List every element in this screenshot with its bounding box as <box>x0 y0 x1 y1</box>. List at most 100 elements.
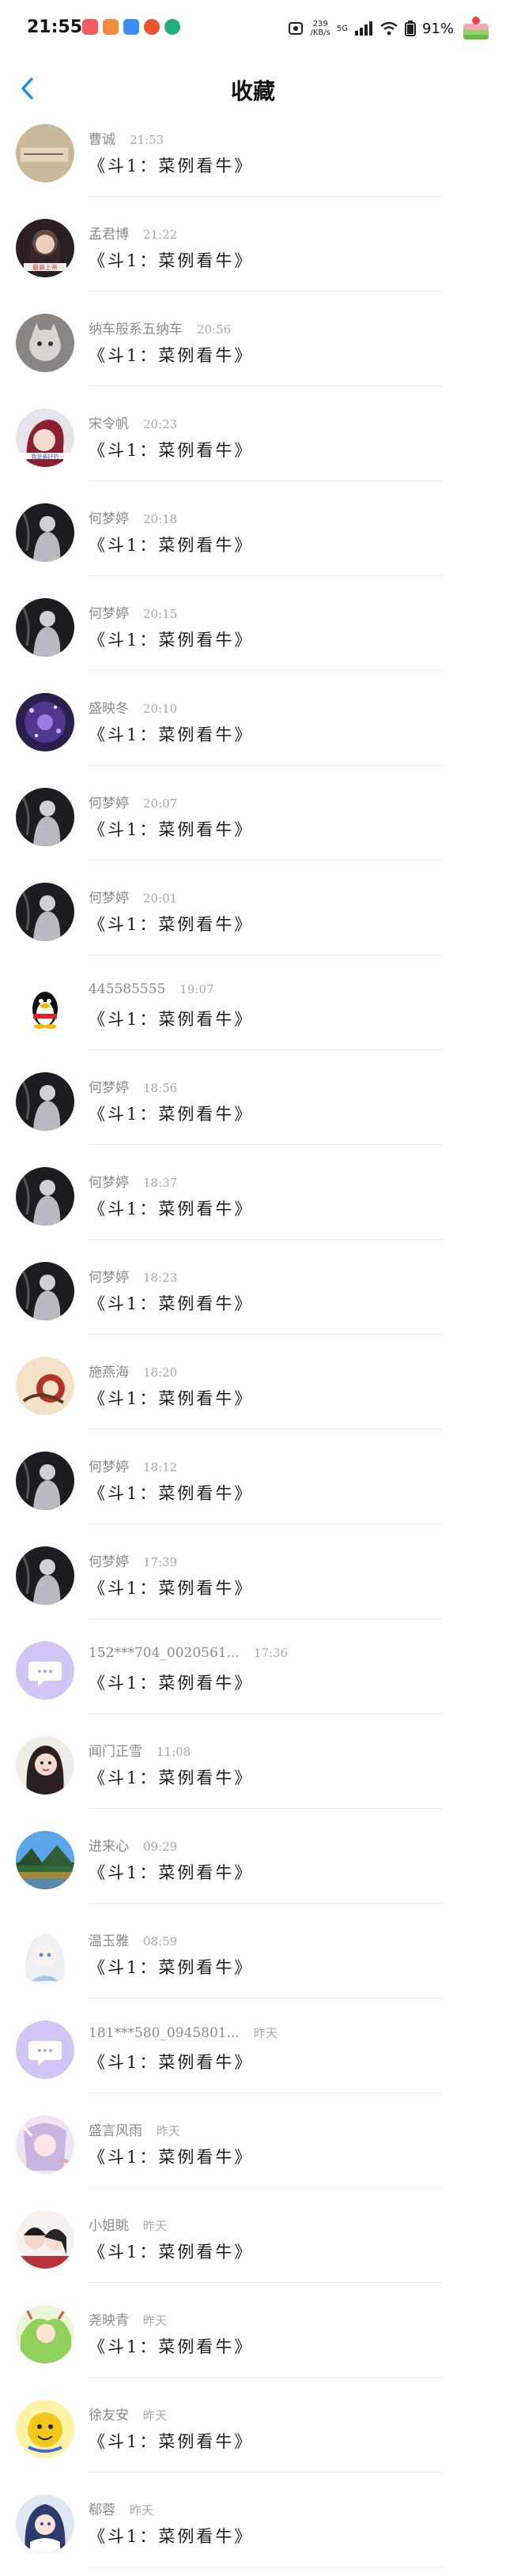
list-item[interactable]: 盛映冬 20:10 《斗1：菜例看牛》 <box>0 686 506 781</box>
list-item[interactable]: 181***580_0945801... 昨天 《斗1：菜例看牛》 <box>0 2013 506 2108</box>
avatar[interactable]: 我是最好的 <box>16 409 74 467</box>
list-item[interactable]: 何梦婷 20:07 《斗1：菜例看牛》 <box>0 781 506 876</box>
list-item[interactable]: 何梦婷 17:39 《斗1：菜例看牛》 <box>0 1539 506 1634</box>
avatar-image <box>16 1926 74 1984</box>
avatar[interactable] <box>16 1546 74 1605</box>
list-item[interactable]: 何梦婷 18:37 《斗1：菜例看牛》 <box>0 1160 506 1255</box>
item-message: 《斗1：菜例看牛》 <box>89 725 254 744</box>
item-header: 何梦婷 20:01 <box>89 887 177 906</box>
avatar[interactable] <box>16 2021 74 2079</box>
item-name: 闻门正雪 <box>89 1744 142 1760</box>
item-message: 《斗1：菜例看牛》 <box>89 1958 254 1977</box>
item-name: 进来心 <box>89 1839 129 1855</box>
item-time: 20:07 <box>143 797 178 811</box>
divider <box>89 480 443 481</box>
list-item[interactable]: 何梦婷 18:12 《斗1：菜例看牛》 <box>0 1444 506 1539</box>
avatar[interactable] <box>16 2115 74 2174</box>
net-speed-unit: /KB/s <box>310 28 330 37</box>
avatar[interactable] <box>16 883 74 941</box>
avatar[interactable] <box>16 788 74 846</box>
avatar[interactable] <box>16 977 74 1036</box>
item-header: 进来心 09:29 <box>89 1835 177 1855</box>
list-item[interactable]: 何梦婷 20:01 《斗1：菜例看牛》 <box>0 876 506 970</box>
avatar[interactable] <box>16 1167 74 1226</box>
item-name: 445585555 <box>89 981 166 997</box>
list-item[interactable]: 闻门正雪 11:08 《斗1：菜例看牛》 <box>0 1729 506 1824</box>
item-name: 何梦婷 <box>89 891 129 906</box>
avatar[interactable] <box>16 1357 74 1415</box>
list-item[interactable]: 最高上帝 孟君博 21:22 《斗1：菜例看牛》 <box>0 212 506 307</box>
list-item[interactable]: 我是最好的 宋令帆 20:23 《斗1：菜例看牛》 <box>0 401 506 496</box>
avatar[interactable] <box>16 1641 74 1700</box>
item-name: 何梦婷 <box>89 606 129 622</box>
avatar[interactable] <box>16 2210 74 2269</box>
divider <box>89 2092 443 2093</box>
avatar[interactable] <box>16 598 74 657</box>
list-item[interactable]: 温玉雅 08:59 《斗1：菜例看牛》 <box>0 1919 506 2013</box>
item-name: 盛映冬 <box>89 701 129 717</box>
item-message: 《斗1：菜例看牛》 <box>89 2432 254 2451</box>
list-item[interactable]: 何梦婷 20:15 《斗1：菜例看牛》 <box>0 591 506 686</box>
avatar[interactable] <box>16 1452 74 1510</box>
divider <box>89 670 443 671</box>
avatar-image <box>16 2021 74 2079</box>
avatar-image: 最高上帝 <box>16 219 74 277</box>
item-message: 《斗1：菜例看牛》 <box>89 251 254 270</box>
item-header: 闻门正雪 11:08 <box>89 1740 191 1760</box>
list-item[interactable]: 纳车般系五纳车 20:56 《斗1：菜例看牛》 <box>0 307 506 401</box>
list-item[interactable]: 进来心 09:29 《斗1：菜例看牛》 <box>0 1824 506 1919</box>
svg-text:最高上帝: 最高上帝 <box>32 263 58 271</box>
item-time: 09:29 <box>143 1840 178 1854</box>
list-item[interactable]: 何梦婷 18:23 《斗1：菜例看牛》 <box>0 1255 506 1350</box>
item-header: 小姐眺 昨天 <box>89 2214 167 2234</box>
avatar[interactable] <box>16 1926 74 1984</box>
list-item[interactable]: 盛言风雨 昨天 《斗1：菜例看牛》 <box>0 2108 506 2203</box>
item-header: 孟君博 21:22 <box>89 223 177 243</box>
list-item[interactable]: 何梦婷 20:18 《斗1：菜例看牛》 <box>0 496 506 591</box>
item-header: 181***580_0945801... 昨天 <box>89 2024 278 2041</box>
list-item[interactable]: 445585555 19:07 《斗1：菜例看牛》 <box>0 970 506 1065</box>
list-item[interactable]: 尧映青 昨天《斗1：菜例看牛》 <box>0 2298 506 2393</box>
item-header: 徐友安 昨天 <box>89 2404 167 2423</box>
item-message: 《斗1：菜例看牛》 <box>89 441 254 460</box>
item-header: 尧映青 昨天 <box>89 2309 167 2329</box>
list-item[interactable]: 曹诚 21:53 《斗1：菜例看牛》 <box>0 117 506 212</box>
avatar[interactable] <box>16 1262 74 1320</box>
item-message: 《斗1：菜例看牛》 <box>89 2243 254 2262</box>
avatar[interactable]: 最高上帝 <box>16 219 74 277</box>
avatar[interactable] <box>16 2305 74 2363</box>
list-item[interactable]: 何梦婷 18:56 《斗1：菜例看牛》 <box>0 1065 506 1160</box>
avatar-image <box>16 1072 74 1131</box>
item-message: 《斗1：菜例看牛》 <box>89 2148 254 2167</box>
avatar-image <box>16 2400 74 2458</box>
avatar-image <box>16 883 74 941</box>
item-name: 孟君博 <box>89 227 129 243</box>
avatar[interactable] <box>16 124 74 183</box>
avatar-image <box>16 2210 74 2269</box>
avatar[interactable] <box>16 2495 74 2553</box>
avatar[interactable] <box>16 1831 74 1889</box>
avatar[interactable] <box>16 1736 74 1795</box>
item-time: 18:23 <box>143 1271 178 1285</box>
list-item[interactable]: 施燕海 18:20 《斗1：菜例看牛》 <box>0 1350 506 1444</box>
avatar[interactable] <box>16 503 74 562</box>
avatar[interactable] <box>16 1072 74 1131</box>
avatar-image <box>16 1167 74 1226</box>
list-item[interactable]: 小姐眺 昨天《斗1：菜例看牛》 <box>0 2203 506 2298</box>
item-time: 18:37 <box>143 1176 178 1190</box>
item-name: 小姐眺 <box>89 2218 129 2234</box>
item-message: 《斗1：菜例看牛》 <box>89 536 254 555</box>
divider <box>89 291 443 292</box>
avatar[interactable] <box>16 693 74 751</box>
list-item[interactable]: 郗蓉 昨天 《斗1：菜例看牛》 <box>0 2487 506 2576</box>
avatar[interactable] <box>16 2400 74 2458</box>
item-name: 郗蓉 <box>89 2503 115 2518</box>
item-header: 何梦婷 20:07 <box>89 792 177 812</box>
item-time: 20:01 <box>143 891 178 906</box>
avatar-image <box>16 1452 74 1510</box>
item-name: 何梦婷 <box>89 1270 129 1286</box>
avatar[interactable] <box>16 314 74 372</box>
list-item[interactable]: 徐友安 昨天《斗1：菜例看牛》 <box>0 2393 506 2487</box>
item-message: 《斗1：菜例看牛》 <box>89 2337 254 2356</box>
list-item[interactable]: 152***704_0020561... 17:36 《斗1：菜例看牛》 <box>0 1634 506 1729</box>
